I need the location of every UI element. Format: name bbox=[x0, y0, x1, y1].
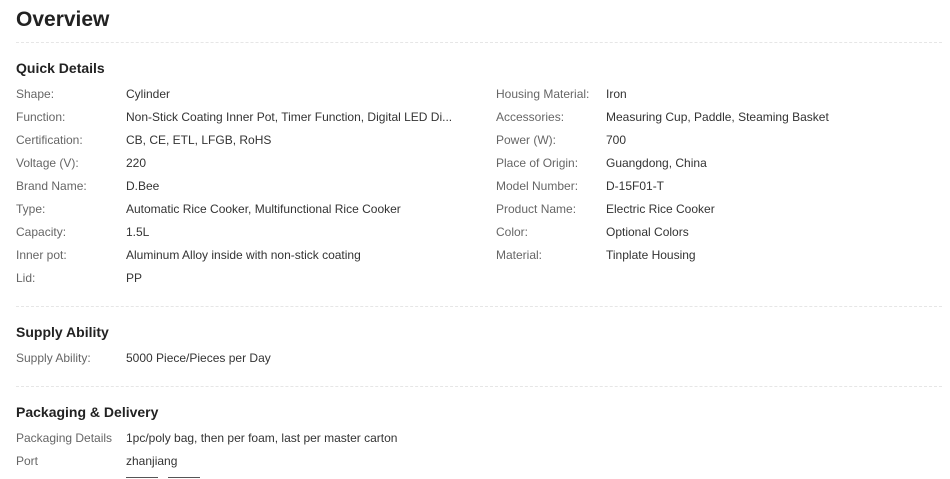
quick-details-title: Quick Details bbox=[16, 60, 105, 76]
detail-label: Inner pot: bbox=[16, 248, 67, 262]
detail-label: Supply Ability: bbox=[16, 351, 91, 365]
detail-value: CB, CE, ETL, LFGB, RoHS bbox=[126, 133, 272, 147]
detail-value: Electric Rice Cooker bbox=[606, 202, 715, 216]
detail-value: zhanjiang bbox=[126, 454, 178, 468]
detail-value: Measuring Cup, Paddle, Steaming Basket bbox=[606, 110, 829, 124]
detail-label: Capacity: bbox=[16, 225, 67, 239]
detail-value: Guangdong, China bbox=[606, 156, 707, 170]
cutoff-line bbox=[168, 477, 200, 478]
detail-value: 1.5L bbox=[126, 225, 150, 239]
detail-label: Material: bbox=[496, 248, 543, 262]
detail-value: Optional Colors bbox=[606, 225, 689, 239]
detail-value: Cylinder bbox=[126, 87, 171, 101]
detail-label: Certification: bbox=[16, 133, 83, 147]
detail-value: Automatic Rice Cooker, Multifunctional R… bbox=[126, 202, 401, 216]
detail-label: Model Number: bbox=[496, 179, 579, 193]
detail-value: 220 bbox=[126, 156, 147, 170]
detail-value: D.Bee bbox=[126, 179, 160, 193]
detail-label: Packaging Details bbox=[16, 431, 113, 445]
detail-value: Non-Stick Coating Inner Pot, Timer Funct… bbox=[126, 110, 453, 124]
detail-value: 5000 Piece/Pieces per Day bbox=[126, 351, 271, 365]
detail-label: Brand Name: bbox=[16, 179, 87, 193]
detail-label: Type: bbox=[16, 202, 46, 216]
detail-value: 700 bbox=[606, 133, 627, 147]
detail-value: 1pc/poly bag, then per foam, last per ma… bbox=[126, 431, 398, 445]
divider bbox=[16, 306, 942, 307]
supply-ability-title: Supply Ability bbox=[16, 324, 109, 340]
detail-value: Aluminum Alloy inside with non-stick coa… bbox=[126, 248, 361, 262]
overview-title: Overview bbox=[16, 8, 110, 31]
packaging-delivery-title: Packaging & Delivery bbox=[16, 404, 159, 420]
divider bbox=[16, 42, 942, 43]
divider bbox=[16, 386, 942, 387]
detail-label: Accessories: bbox=[496, 110, 565, 124]
detail-label: Housing Material: bbox=[496, 87, 590, 101]
detail-label: Shape: bbox=[16, 87, 55, 101]
detail-label: Place of Origin: bbox=[496, 156, 579, 170]
cutoff-line bbox=[126, 477, 158, 478]
detail-label: Lid: bbox=[16, 271, 36, 285]
detail-label: Power (W): bbox=[496, 133, 556, 147]
detail-value: Tinplate Housing bbox=[606, 248, 696, 262]
detail-label: Voltage (V): bbox=[16, 156, 79, 170]
detail-label: Product Name: bbox=[496, 202, 577, 216]
detail-value: Iron bbox=[606, 87, 627, 101]
detail-label: Function: bbox=[16, 110, 66, 124]
detail-label: Port bbox=[16, 454, 39, 468]
detail-value: PP bbox=[126, 271, 143, 285]
detail-label: Color: bbox=[496, 225, 529, 239]
detail-value: D-15F01-T bbox=[606, 179, 665, 193]
